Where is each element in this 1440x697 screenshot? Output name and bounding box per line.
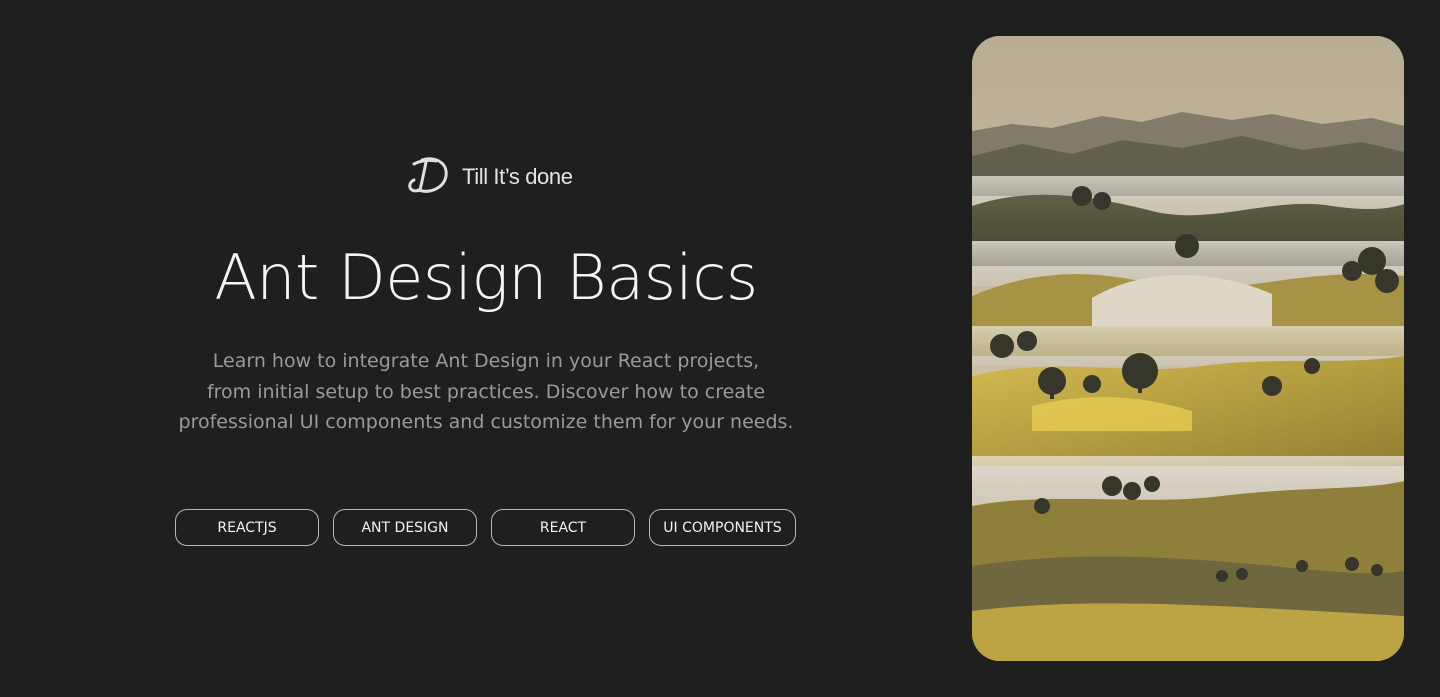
landscape-illustration — [972, 36, 1404, 661]
misty-hills-landscape-image — [972, 36, 1404, 661]
tag-reactjs-button[interactable]: REACTJS — [175, 509, 319, 546]
hero-section: Till It’s done Ant Design Basics Learn h… — [0, 0, 972, 697]
page-title: Ant Design Basics — [214, 241, 758, 314]
page: Till It’s done Ant Design Basics Learn h… — [0, 0, 1440, 697]
tag-list: REACTJS ANT DESIGN REACT UI COMPONENTS — [175, 509, 796, 546]
brand[interactable]: Till It’s done — [404, 154, 573, 198]
description-line: from initial setup to best practices. Di… — [206, 380, 766, 403]
hero-description: Learn how to integrate Ant Design in you… — [150, 346, 822, 438]
tag-ui-components-button[interactable]: UI COMPONENTS — [649, 509, 796, 546]
description-line: professional UI components and customize… — [178, 411, 794, 433]
tag-react-button[interactable]: REACT — [491, 509, 635, 546]
description-line: Learn how to integrate Ant Design in you… — [212, 350, 760, 372]
td-monogram-icon — [408, 157, 448, 193]
brand-name: Till It’s done — [462, 164, 573, 189]
tag-ant-design-button[interactable]: ANT DESIGN — [333, 509, 477, 546]
